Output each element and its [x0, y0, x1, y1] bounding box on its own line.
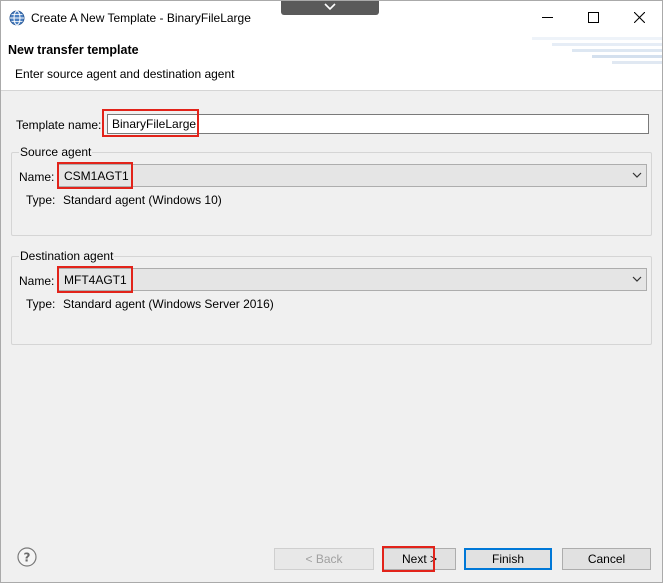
source-type-value: Standard agent (Windows 10)	[63, 193, 222, 207]
banner-title: New transfer template	[8, 43, 139, 57]
dialog-window: Create A New Template - BinaryFileLarge	[0, 0, 663, 583]
source-type-label: Type:	[26, 193, 56, 207]
destination-type-value: Standard agent (Windows Server 2016)	[63, 297, 274, 311]
svg-text:?: ?	[24, 551, 31, 565]
source-agent-select[interactable]: CSM1AGT1	[57, 164, 647, 187]
source-name-label: Name:	[19, 170, 55, 184]
close-icon	[634, 12, 645, 23]
wizard-banner: New transfer template Enter source agent…	[1, 34, 662, 91]
chevron-down-icon	[632, 172, 642, 178]
destination-type-label: Type:	[26, 297, 56, 311]
minimize-button[interactable]	[524, 1, 570, 34]
destination-agent-highlight	[57, 266, 133, 293]
destination-agent-select[interactable]: MFT4AGT1	[57, 268, 647, 291]
banner-description: Enter source agent and destination agent	[15, 67, 235, 81]
source-agent-highlight	[57, 162, 133, 189]
minimize-icon	[542, 17, 553, 18]
window-title: Create A New Template - BinaryFileLarge	[31, 11, 251, 25]
chevron-down-icon	[324, 3, 336, 11]
next-button-highlight	[382, 546, 435, 572]
template-name-label: Template name:	[16, 118, 102, 132]
help-icon[interactable]: ?	[17, 547, 37, 567]
chevron-down-icon	[632, 276, 642, 282]
app-globe-icon	[9, 10, 25, 26]
destination-agent-group-title: Destination agent	[19, 249, 115, 263]
source-agent-group-title: Source agent	[19, 145, 93, 159]
template-name-highlight	[102, 109, 199, 137]
cancel-button[interactable]: Cancel	[562, 548, 651, 570]
maximize-button[interactable]	[570, 1, 616, 34]
title-dropdown-tab[interactable]	[281, 1, 379, 15]
destination-name-label: Name:	[19, 274, 55, 288]
finish-button[interactable]: Finish	[464, 548, 552, 570]
close-button[interactable]	[616, 1, 662, 34]
title-bar: Create A New Template - BinaryFileLarge	[1, 1, 662, 34]
back-button[interactable]: < Back	[274, 548, 374, 570]
banner-decoration	[532, 37, 662, 64]
maximize-icon	[588, 12, 599, 23]
